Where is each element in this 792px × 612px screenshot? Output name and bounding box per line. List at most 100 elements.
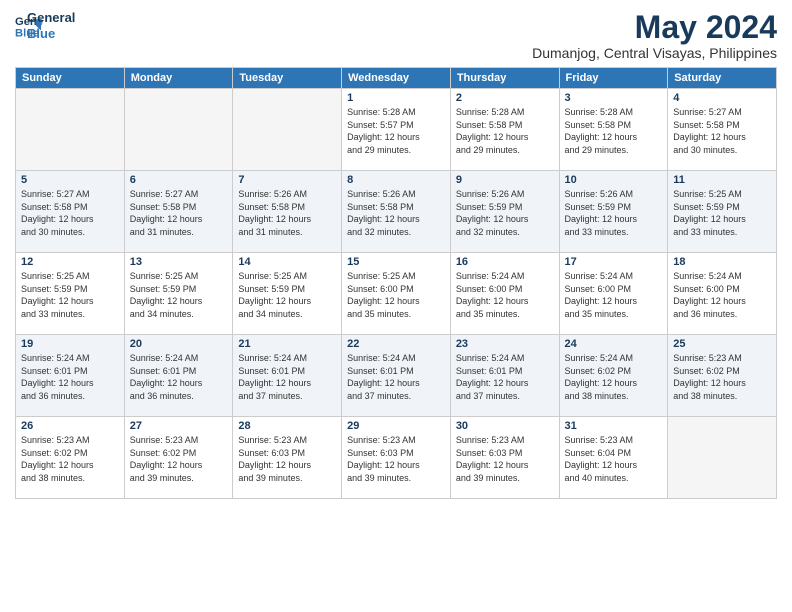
day-number: 27 xyxy=(130,420,228,432)
weekday-header-monday: Monday xyxy=(124,68,233,89)
calendar-cell: 21 Sunrise: 5:24 AM Sunset: 6:01 PM Dayli… xyxy=(233,335,342,417)
logo-text2: Blue xyxy=(27,26,75,42)
day-number: 26 xyxy=(21,420,119,432)
day-number: 16 xyxy=(456,256,554,268)
calendar-week-row: 19 Sunrise: 5:24 AM Sunset: 6:01 PM Dayli… xyxy=(16,335,777,417)
day-number: 9 xyxy=(456,174,554,186)
title-section: May 2024 Dumanjog, Central Visayas, Phil… xyxy=(532,10,777,61)
calendar-cell: 23 Sunrise: 5:24 AM Sunset: 6:01 PM Dayli… xyxy=(450,335,559,417)
day-info: Sunrise: 5:26 AM Sunset: 5:59 PM Dayligh… xyxy=(456,188,554,238)
weekday-header-saturday: Saturday xyxy=(668,68,777,89)
day-info: Sunrise: 5:26 AM Sunset: 5:58 PM Dayligh… xyxy=(238,188,336,238)
day-number: 12 xyxy=(21,256,119,268)
day-info: Sunrise: 5:26 AM Sunset: 5:58 PM Dayligh… xyxy=(347,188,445,238)
calendar-cell xyxy=(124,89,233,171)
day-info: Sunrise: 5:28 AM Sunset: 5:57 PM Dayligh… xyxy=(347,106,445,156)
day-info: Sunrise: 5:23 AM Sunset: 6:03 PM Dayligh… xyxy=(347,434,445,484)
day-number: 5 xyxy=(21,174,119,186)
day-info: Sunrise: 5:24 AM Sunset: 6:01 PM Dayligh… xyxy=(456,352,554,402)
calendar-cell: 26 Sunrise: 5:23 AM Sunset: 6:02 PM Dayli… xyxy=(16,417,125,499)
page: General Blue General Blue May 2024 Duman… xyxy=(0,0,792,612)
calendar-cell: 19 Sunrise: 5:24 AM Sunset: 6:01 PM Dayli… xyxy=(16,335,125,417)
day-number: 2 xyxy=(456,92,554,104)
weekday-header-sunday: Sunday xyxy=(16,68,125,89)
day-number: 7 xyxy=(238,174,336,186)
month-title: May 2024 xyxy=(532,10,777,45)
day-info: Sunrise: 5:24 AM Sunset: 6:02 PM Dayligh… xyxy=(565,352,663,402)
day-number: 23 xyxy=(456,338,554,350)
day-info: Sunrise: 5:28 AM Sunset: 5:58 PM Dayligh… xyxy=(456,106,554,156)
calendar-cell: 3 Sunrise: 5:28 AM Sunset: 5:58 PM Daylig… xyxy=(559,89,668,171)
day-info: Sunrise: 5:25 AM Sunset: 5:59 PM Dayligh… xyxy=(238,270,336,320)
day-number: 13 xyxy=(130,256,228,268)
day-number: 25 xyxy=(673,338,771,350)
calendar-week-row: 12 Sunrise: 5:25 AM Sunset: 5:59 PM Dayli… xyxy=(16,253,777,335)
calendar-table: SundayMondayTuesdayWednesdayThursdayFrid… xyxy=(15,67,777,499)
day-info: Sunrise: 5:24 AM Sunset: 6:00 PM Dayligh… xyxy=(565,270,663,320)
calendar-cell: 5 Sunrise: 5:27 AM Sunset: 5:58 PM Daylig… xyxy=(16,171,125,253)
day-number: 4 xyxy=(673,92,771,104)
day-number: 10 xyxy=(565,174,663,186)
day-info: Sunrise: 5:24 AM Sunset: 6:01 PM Dayligh… xyxy=(130,352,228,402)
calendar-week-row: 26 Sunrise: 5:23 AM Sunset: 6:02 PM Dayli… xyxy=(16,417,777,499)
day-number: 24 xyxy=(565,338,663,350)
calendar-cell: 4 Sunrise: 5:27 AM Sunset: 5:58 PM Daylig… xyxy=(668,89,777,171)
day-info: Sunrise: 5:23 AM Sunset: 6:02 PM Dayligh… xyxy=(21,434,119,484)
logo-text: General xyxy=(27,10,75,26)
day-number: 29 xyxy=(347,420,445,432)
day-number: 3 xyxy=(565,92,663,104)
day-number: 18 xyxy=(673,256,771,268)
day-number: 21 xyxy=(238,338,336,350)
day-number: 30 xyxy=(456,420,554,432)
calendar-cell: 12 Sunrise: 5:25 AM Sunset: 5:59 PM Dayli… xyxy=(16,253,125,335)
day-info: Sunrise: 5:24 AM Sunset: 6:01 PM Dayligh… xyxy=(347,352,445,402)
calendar-cell: 31Sunrise: 5:23 AM Sunset: 6:04 PM Dayli… xyxy=(559,417,668,499)
calendar-cell: 17Sunrise: 5:24 AM Sunset: 6:00 PM Dayli… xyxy=(559,253,668,335)
logo: General Blue General Blue xyxy=(15,10,75,41)
day-number: 11 xyxy=(673,174,771,186)
calendar-week-row: 5 Sunrise: 5:27 AM Sunset: 5:58 PM Daylig… xyxy=(16,171,777,253)
day-info: Sunrise: 5:23 AM Sunset: 6:03 PM Dayligh… xyxy=(456,434,554,484)
day-number: 6 xyxy=(130,174,228,186)
day-number: 8 xyxy=(347,174,445,186)
calendar-cell: 6Sunrise: 5:27 AM Sunset: 5:58 PM Daylig… xyxy=(124,171,233,253)
day-number: 14 xyxy=(238,256,336,268)
day-number: 1 xyxy=(347,92,445,104)
day-number: 22 xyxy=(347,338,445,350)
day-info: Sunrise: 5:23 AM Sunset: 6:03 PM Dayligh… xyxy=(238,434,336,484)
calendar-cell: 11Sunrise: 5:25 AM Sunset: 5:59 PM Dayli… xyxy=(668,171,777,253)
calendar-cell: 25Sunrise: 5:23 AM Sunset: 6:02 PM Dayli… xyxy=(668,335,777,417)
day-info: Sunrise: 5:24 AM Sunset: 6:00 PM Dayligh… xyxy=(673,270,771,320)
day-number: 19 xyxy=(21,338,119,350)
day-info: Sunrise: 5:28 AM Sunset: 5:58 PM Dayligh… xyxy=(565,106,663,156)
day-info: Sunrise: 5:25 AM Sunset: 5:59 PM Dayligh… xyxy=(21,270,119,320)
weekday-header-friday: Friday xyxy=(559,68,668,89)
calendar-cell: 9 Sunrise: 5:26 AM Sunset: 5:59 PM Daylig… xyxy=(450,171,559,253)
calendar-cell xyxy=(668,417,777,499)
calendar-cell xyxy=(233,89,342,171)
weekday-header-row: SundayMondayTuesdayWednesdayThursdayFrid… xyxy=(16,68,777,89)
day-info: Sunrise: 5:27 AM Sunset: 5:58 PM Dayligh… xyxy=(21,188,119,238)
calendar-cell: 16 Sunrise: 5:24 AM Sunset: 6:00 PM Dayli… xyxy=(450,253,559,335)
calendar-cell: 30 Sunrise: 5:23 AM Sunset: 6:03 PM Dayli… xyxy=(450,417,559,499)
calendar-cell: 7 Sunrise: 5:26 AM Sunset: 5:58 PM Daylig… xyxy=(233,171,342,253)
calendar-cell: 13Sunrise: 5:25 AM Sunset: 5:59 PM Dayli… xyxy=(124,253,233,335)
day-info: Sunrise: 5:24 AM Sunset: 6:01 PM Dayligh… xyxy=(21,352,119,402)
calendar-cell: 8 Sunrise: 5:26 AM Sunset: 5:58 PM Daylig… xyxy=(342,171,451,253)
weekday-header-thursday: Thursday xyxy=(450,68,559,89)
day-info: Sunrise: 5:25 AM Sunset: 6:00 PM Dayligh… xyxy=(347,270,445,320)
weekday-header-wednesday: Wednesday xyxy=(342,68,451,89)
day-number: 31 xyxy=(565,420,663,432)
calendar-cell: 10Sunrise: 5:26 AM Sunset: 5:59 PM Dayli… xyxy=(559,171,668,253)
day-info: Sunrise: 5:24 AM Sunset: 6:00 PM Dayligh… xyxy=(456,270,554,320)
calendar-cell: 28Sunrise: 5:23 AM Sunset: 6:03 PM Dayli… xyxy=(233,417,342,499)
calendar-cell: 22 Sunrise: 5:24 AM Sunset: 6:01 PM Dayli… xyxy=(342,335,451,417)
header: General Blue General Blue May 2024 Duman… xyxy=(15,10,777,61)
day-info: Sunrise: 5:27 AM Sunset: 5:58 PM Dayligh… xyxy=(673,106,771,156)
calendar-cell: 29 Sunrise: 5:23 AM Sunset: 6:03 PM Dayli… xyxy=(342,417,451,499)
calendar-cell: 2 Sunrise: 5:28 AM Sunset: 5:58 PM Daylig… xyxy=(450,89,559,171)
calendar-cell: 15Sunrise: 5:25 AM Sunset: 6:00 PM Dayli… xyxy=(342,253,451,335)
weekday-header-tuesday: Tuesday xyxy=(233,68,342,89)
day-info: Sunrise: 5:24 AM Sunset: 6:01 PM Dayligh… xyxy=(238,352,336,402)
day-info: Sunrise: 5:23 AM Sunset: 6:02 PM Dayligh… xyxy=(130,434,228,484)
